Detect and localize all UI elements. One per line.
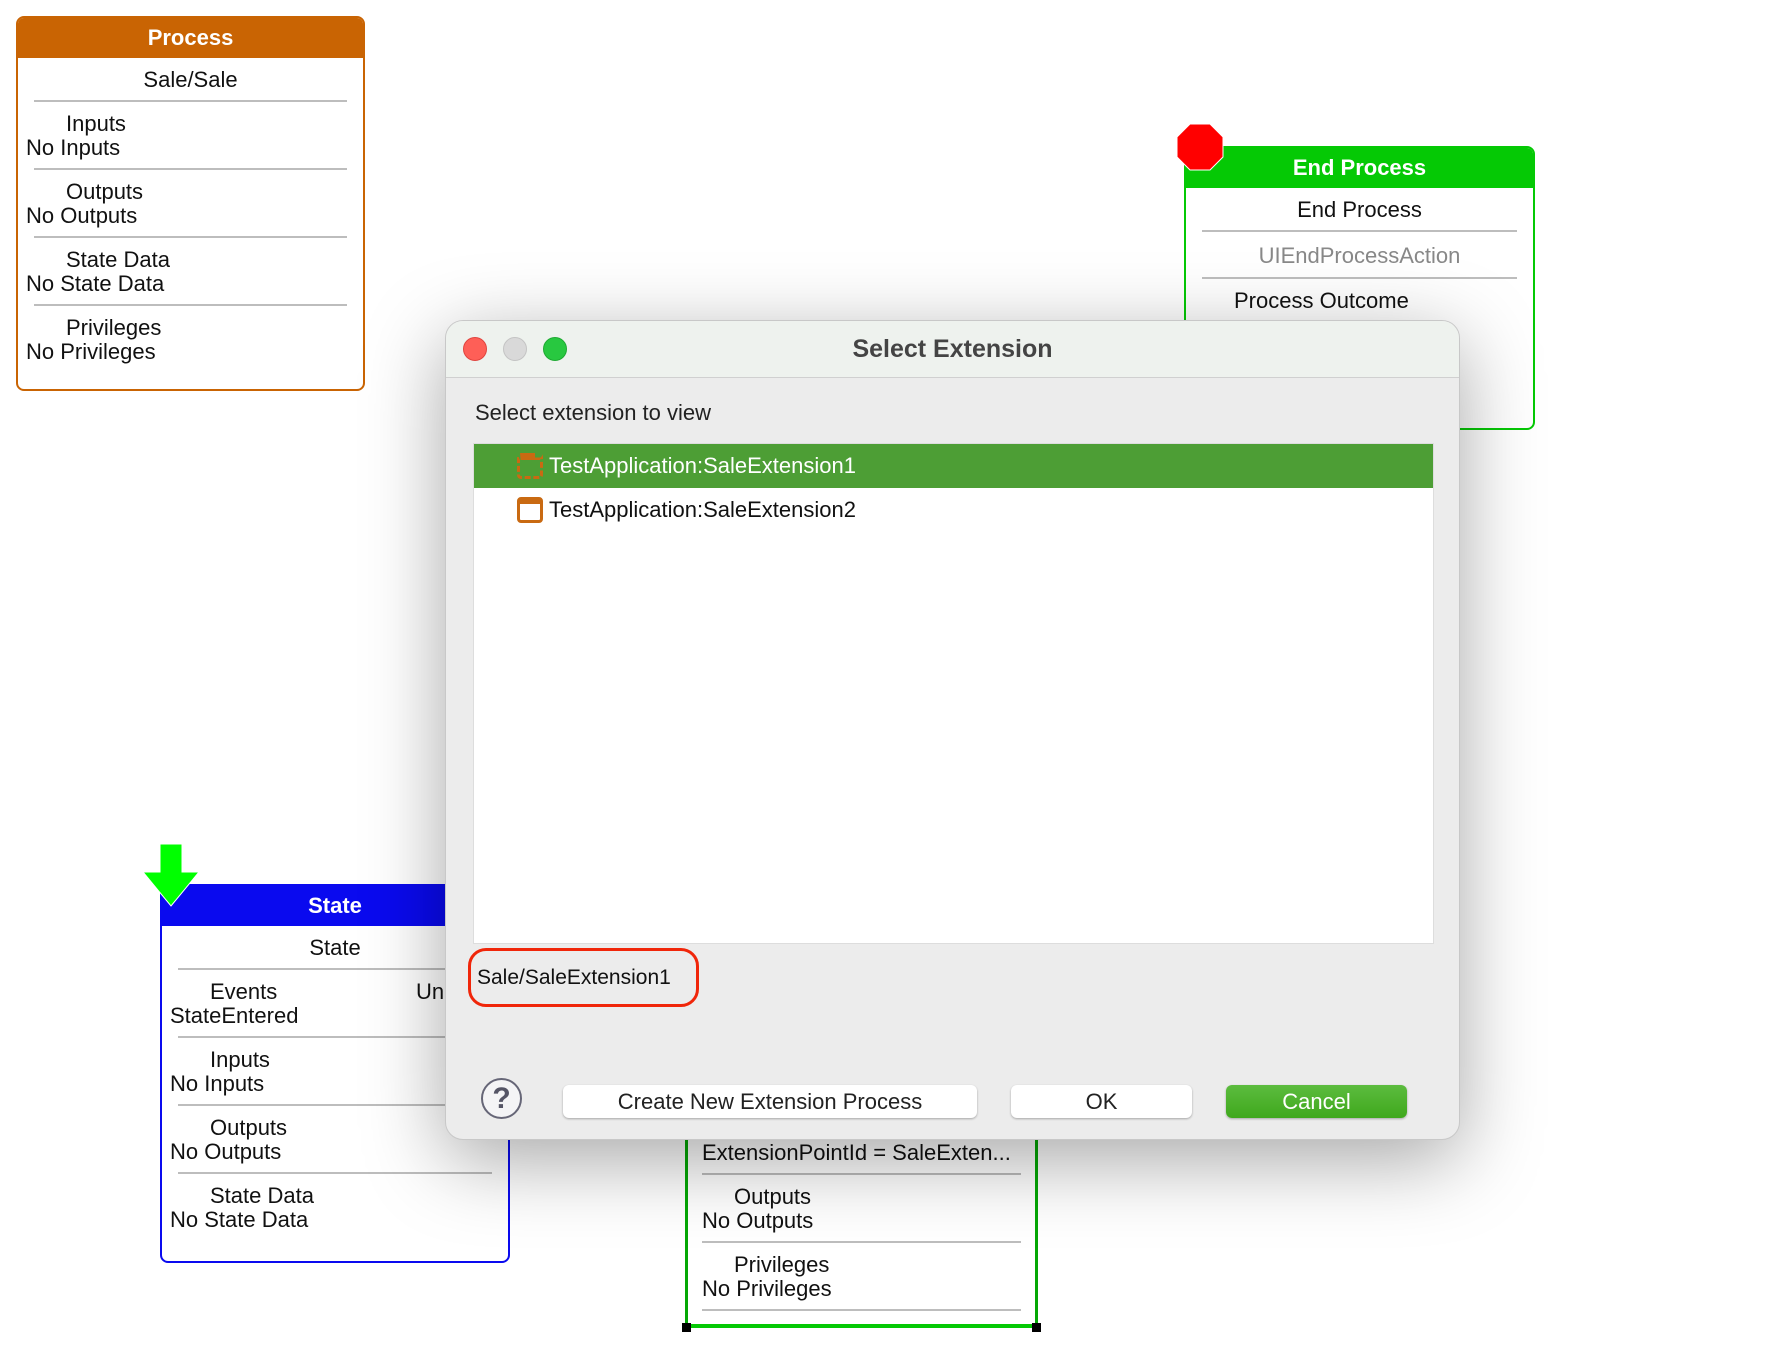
section-value: No State Data — [26, 271, 165, 296]
process-node-title: Sale/Sale — [34, 58, 347, 102]
section-value: No Inputs — [26, 135, 121, 160]
section-value: No State Data — [170, 1207, 309, 1232]
select-extension-dialog: Select Extension Select extension to vie… — [445, 320, 1460, 1140]
section-value: No Privileges — [702, 1276, 832, 1301]
extension-list[interactable]: TestApplication:SaleExtension1 TestAppli… — [473, 443, 1434, 944]
section-label: Outputs — [66, 179, 144, 204]
extension-file-icon — [517, 453, 543, 479]
list-item-label: TestApplication:SaleExtension1 — [549, 453, 856, 478]
list-item[interactable]: TestApplication:SaleExtension1 — [474, 444, 1433, 488]
state-data-section: State Data No State Data — [26, 238, 347, 306]
section-label: Privileges — [734, 1252, 830, 1277]
privileges-section: Privileges No Privileges — [26, 306, 347, 372]
outputs-section: Outputs No Outputs — [26, 170, 347, 238]
end-node-title: End Process — [1202, 188, 1517, 232]
end-node-action: UIEndProcessAction — [1202, 232, 1517, 279]
section-value: No Privileges — [26, 339, 156, 364]
section-value: No Inputs — [170, 1071, 265, 1096]
state-data-section: State Data No State Data — [170, 1174, 492, 1240]
section-value: No Outputs — [26, 203, 138, 228]
start-arrow-icon — [142, 844, 200, 907]
title-bar: Select Extension — [446, 321, 1459, 378]
section-value: StateEntered — [170, 1003, 299, 1028]
section-label: Outputs — [734, 1184, 812, 1209]
dialog-title: Select Extension — [852, 335, 1053, 363]
inputs-section: Inputs No Inputs — [26, 102, 347, 170]
section-value: No Outputs — [702, 1208, 814, 1233]
section-label: Process Outcome — [1234, 288, 1409, 313]
privileges-section: Privileges No Privileges — [702, 1243, 1021, 1311]
section-label: Inputs — [66, 111, 126, 136]
section-label: Privileges — [66, 315, 162, 340]
end-node-header: End Process — [1186, 148, 1533, 188]
outcome-section: Process Outcome — [1202, 279, 1517, 321]
section-label: State Data — [66, 247, 170, 272]
selected-path-label: Sale/SaleExtension1 — [468, 948, 699, 1007]
help-button[interactable]: ? — [481, 1078, 522, 1119]
section-value: No Outputs — [170, 1139, 282, 1164]
ok-button[interactable]: OK — [1011, 1085, 1192, 1118]
resize-handle[interactable] — [682, 1323, 691, 1332]
extension-file-icon — [517, 497, 543, 523]
create-new-extension-button[interactable]: Create New Extension Process — [563, 1085, 977, 1118]
list-item[interactable]: TestApplication:SaleExtension2 — [474, 488, 1433, 532]
process-node-header: Process — [18, 18, 363, 58]
cancel-button[interactable]: Cancel — [1226, 1085, 1407, 1118]
stop-octagon-icon — [1176, 123, 1224, 171]
resize-handle[interactable] — [1032, 1323, 1041, 1332]
outputs-section: Outputs No Outputs — [702, 1175, 1021, 1243]
list-item-label: TestApplication:SaleExtension2 — [549, 497, 856, 522]
section-label: State Data — [210, 1183, 314, 1208]
prompt-label: Select extension to view — [475, 400, 712, 425]
process-node[interactable]: Process Sale/Sale Inputs No Inputs Output… — [16, 16, 365, 391]
